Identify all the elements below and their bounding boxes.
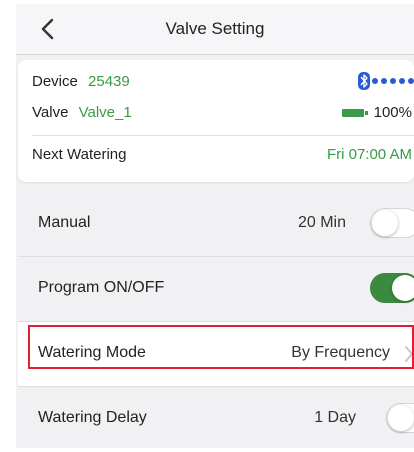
valve-name: Valve_1 xyxy=(78,104,132,121)
valve-row: Valve Valve_1 100% xyxy=(32,104,414,121)
watering-delay-row: Watering Delay 1 Day xyxy=(18,387,414,448)
manual-toggle[interactable] xyxy=(370,208,414,238)
device-label: Device xyxy=(32,73,78,90)
program-toggle[interactable] xyxy=(370,273,414,303)
watering-mode-label: Watering Mode xyxy=(38,344,146,361)
valve-label: Valve xyxy=(32,104,69,121)
chevron-right-icon xyxy=(405,346,413,362)
watering-mode-row[interactable]: Watering Mode By Frequency xyxy=(18,322,414,387)
bluetooth-status xyxy=(358,72,414,90)
toggle-knob xyxy=(372,210,398,236)
manual-row: Manual 20 Min xyxy=(18,192,414,257)
card-divider xyxy=(32,135,414,136)
watering-mode-value: By Frequency xyxy=(291,344,390,361)
watering-delay-toggle[interactable] xyxy=(386,403,414,433)
bluetooth-icon xyxy=(358,72,370,90)
toggle-knob xyxy=(392,275,414,301)
battery-status: 100% xyxy=(341,104,412,121)
signal-dots xyxy=(372,78,414,84)
device-id: 25439 xyxy=(88,73,130,90)
battery-icon xyxy=(341,109,368,118)
nav-header: Valve Setting xyxy=(16,4,414,55)
battery-percent: 100% xyxy=(373,104,412,121)
page-title: Valve Setting xyxy=(165,19,265,38)
next-watering-value: Fri 07:00 AM xyxy=(326,146,412,163)
watering-delay-label: Watering Delay xyxy=(38,409,147,426)
screen: Valve Setting Device 25439 Valve Valve_1… xyxy=(0,0,414,452)
toggle-knob xyxy=(388,405,414,431)
settings-list: Manual 20 Min Program ON/OFF Watering Mo… xyxy=(18,192,414,448)
device-info-card: Device 25439 Valve Valve_1 100% Next Wat… xyxy=(18,60,414,182)
program-row: Program ON/OFF xyxy=(18,257,414,322)
manual-label: Manual xyxy=(38,214,91,231)
next-watering-row: Next Watering Fri 07:00 AM xyxy=(32,146,414,163)
watering-delay-value[interactable]: 1 Day xyxy=(314,409,356,427)
valve-setting-app: Valve Setting Device 25439 Valve Valve_1… xyxy=(16,4,414,448)
program-label: Program ON/OFF xyxy=(38,279,165,296)
manual-duration[interactable]: 20 Min xyxy=(298,214,346,232)
device-row: Device 25439 xyxy=(32,72,414,90)
next-watering-label: Next Watering xyxy=(32,146,127,163)
